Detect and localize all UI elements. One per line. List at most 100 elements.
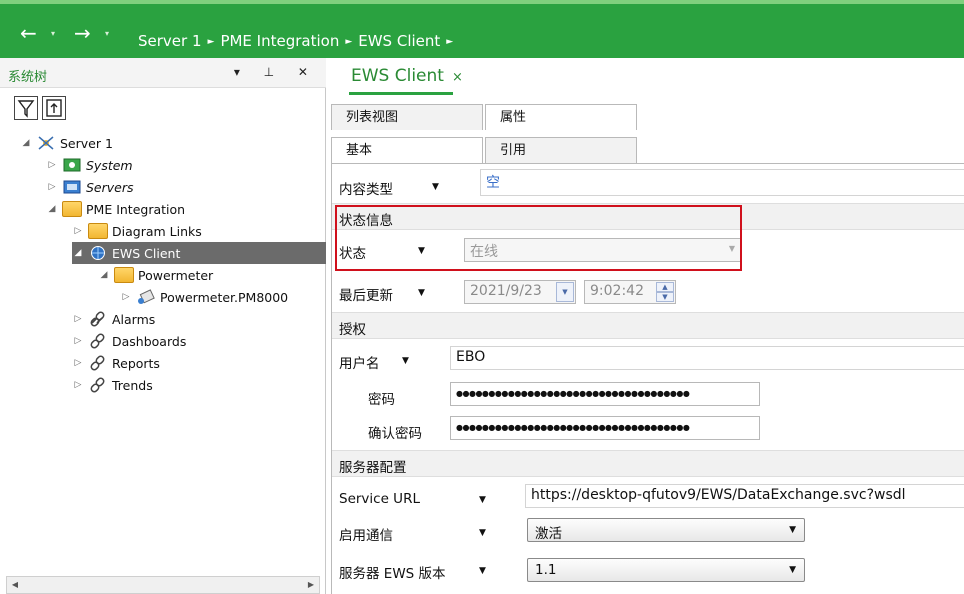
tab-list-view[interactable]: 列表视图 <box>331 104 483 130</box>
collapsed-arrow-icon[interactable]: ▷ <box>72 380 84 390</box>
system-tree-header: 系统树 ▾ ⊥ ✕ <box>0 58 326 88</box>
navigation-bar: ← ▾ → ▾ Server 1 ► PME Integration ► EWS Cli… <box>0 0 964 58</box>
tree-item-label: Powermeter.PM8000 <box>160 289 289 305</box>
tree-item-label: Servers <box>86 179 134 195</box>
service-url-label: Service URL <box>339 491 420 507</box>
breadcrumb-separator[interactable]: ► <box>208 37 215 47</box>
expanded-arrow-icon[interactable]: ◢ <box>72 248 84 258</box>
breadcrumb-separator[interactable]: ► <box>345 37 352 47</box>
chevron-down-icon[interactable]: ▼ <box>479 495 486 505</box>
ews-version-select[interactable]: 1.1 ▼ <box>527 558 805 582</box>
breadcrumb: Server 1 ► PME Integration ► EWS Client ► <box>138 32 459 50</box>
tree-item-label: Reports <box>112 355 160 371</box>
chevron-down-icon[interactable]: ▼ <box>432 182 439 192</box>
tree-item-reports[interactable]: ▷ Reports <box>72 352 160 374</box>
properties-pane: EWS Client × 列表视图 属性 基本 引用 内容类型 ▼ 空 状态信息 … <box>327 58 964 594</box>
collapsed-arrow-icon[interactable]: ▷ <box>72 336 84 346</box>
chevron-down-icon: ▼ <box>789 525 796 535</box>
tree-item-label: System <box>86 157 133 173</box>
last-update-time: 9:02:42 <box>590 283 644 299</box>
ews-version-value: 1.1 <box>535 562 557 578</box>
expanded-arrow-icon[interactable]: ◢ <box>46 204 58 214</box>
scroll-right-icon[interactable]: ▶ <box>303 577 319 593</box>
tree-item-pme-integration[interactable]: ◢ PME Integration <box>46 198 185 220</box>
chevron-down-icon[interactable]: ▼ <box>479 566 486 576</box>
enable-comm-label: 启用通信 <box>339 528 393 544</box>
back-history-dropdown-icon[interactable]: ▾ <box>51 29 55 38</box>
scroll-left-icon[interactable]: ◀ <box>7 577 23 593</box>
system-tree-pane: 系统树 ▾ ⊥ ✕ ◢ Server 1 ▷ System ▷ Servers … <box>0 58 326 594</box>
breadcrumb-separator[interactable]: ► <box>446 37 453 47</box>
username-field[interactable]: EBO <box>450 346 964 370</box>
device-folder-icon <box>114 267 134 283</box>
password-label: 密码 <box>368 392 395 408</box>
service-url-field[interactable]: https://desktop-qfutov9/EWS/DataExchange… <box>525 484 964 508</box>
tree-item-system[interactable]: ▷ System <box>46 154 133 176</box>
highlight-box <box>335 205 742 271</box>
link-icon <box>88 355 108 371</box>
breadcrumb-ews-client[interactable]: EWS Client <box>358 32 440 50</box>
device-point-icon <box>136 289 156 305</box>
close-icon[interactable]: × <box>452 70 463 85</box>
tab-label: 列表视图 <box>346 110 399 125</box>
breadcrumb-server1[interactable]: Server 1 <box>138 32 202 50</box>
link-icon <box>88 311 108 327</box>
horizontal-scrollbar[interactable]: ◀ ▶ <box>6 576 320 594</box>
servers-icon <box>62 179 82 195</box>
expanded-arrow-icon[interactable]: ◢ <box>20 138 32 148</box>
password-field[interactable]: ●●●●●●●●●●●●●●●●●●●●●●●●●●●●●●●●●●●● <box>450 382 760 406</box>
collapsed-arrow-icon[interactable]: ▷ <box>72 314 84 324</box>
tab-references[interactable]: 引用 <box>485 137 637 163</box>
spin-down-icon: ▼ <box>656 292 674 302</box>
system-icon <box>62 157 82 173</box>
folder-icon <box>62 201 82 217</box>
chevron-down-icon[interactable]: ▼ <box>418 288 425 298</box>
tree-item-label: Powermeter <box>138 267 214 283</box>
tree-item-diagram-links[interactable]: ▷ Diagram Links <box>72 220 202 242</box>
collapsed-arrow-icon[interactable]: ▷ <box>72 358 84 368</box>
tree-item-alarms[interactable]: ▷ Alarms <box>72 308 156 330</box>
expanded-arrow-icon[interactable]: ◢ <box>98 270 110 280</box>
content-type-label: 内容类型 <box>339 182 393 198</box>
tab-properties[interactable]: 属性 <box>485 104 637 130</box>
tree-item-powermeter[interactable]: ◢ Powermeter <box>98 264 213 286</box>
collapsed-arrow-icon[interactable]: ▷ <box>72 226 84 236</box>
filter-icon[interactable] <box>14 96 38 120</box>
confirm-password-label: 确认密码 <box>368 426 422 442</box>
content-type-field[interactable]: 空 <box>480 169 964 196</box>
document-tab-ews-client[interactable]: EWS Client × <box>351 66 463 86</box>
tree-item-label: Dashboards <box>112 333 187 349</box>
tree-item-label: Server 1 <box>60 135 113 151</box>
collapsed-arrow-icon[interactable]: ▷ <box>46 160 58 170</box>
auth-section: 授权 <box>332 312 964 339</box>
collapsed-arrow-icon[interactable]: ▷ <box>46 182 58 192</box>
tree-item-label: Diagram Links <box>112 223 202 239</box>
expand-to-top-icon[interactable] <box>42 96 66 120</box>
confirm-password-field[interactable]: ●●●●●●●●●●●●●●●●●●●●●●●●●●●●●●●●●●●● <box>450 416 760 440</box>
server-config-section: 服务器配置 <box>332 450 964 477</box>
enable-comm-select[interactable]: 激活 ▼ <box>527 518 805 542</box>
tree-item-server1[interactable]: ◢ Server 1 <box>20 132 113 154</box>
chevron-down-icon[interactable]: ▼ <box>479 528 486 538</box>
tab-basic[interactable]: 基本 <box>331 137 483 163</box>
tree-item-servers[interactable]: ▷ Servers <box>46 176 134 198</box>
tab-label: 基本 <box>346 143 373 158</box>
tree-item-trends[interactable]: ▷ Trends <box>72 374 153 396</box>
tree-item-label: PME Integration <box>86 201 186 217</box>
last-update-date-field: 2021/9/23 ▼ <box>464 280 576 304</box>
breadcrumb-pme-integration[interactable]: PME Integration <box>220 32 339 50</box>
back-arrow-icon[interactable]: ← <box>20 23 37 43</box>
collapsed-arrow-icon[interactable]: ▷ <box>120 292 132 302</box>
tree-item-label: Trends <box>112 377 153 393</box>
ews-version-label: 服务器 EWS 版本 <box>339 566 446 582</box>
tree-item-label: Alarms <box>112 311 156 327</box>
tree-item-dashboards[interactable]: ▷ Dashboards <box>72 330 187 352</box>
chevron-down-icon[interactable]: ▼ <box>402 356 409 366</box>
document-tab-label: EWS Client <box>351 66 444 86</box>
tree-item-powermeter-pm8000[interactable]: ▷ Powermeter.PM8000 <box>120 286 288 308</box>
pane-controls[interactable]: ▾ ⊥ ✕ <box>234 65 318 79</box>
chevron-down-icon: ▼ <box>789 565 796 575</box>
forward-arrow-icon[interactable]: → <box>74 23 91 43</box>
tree-item-ews-client[interactable]: ◢ EWS Client <box>72 242 326 264</box>
forward-history-dropdown-icon[interactable]: ▾ <box>105 29 109 38</box>
